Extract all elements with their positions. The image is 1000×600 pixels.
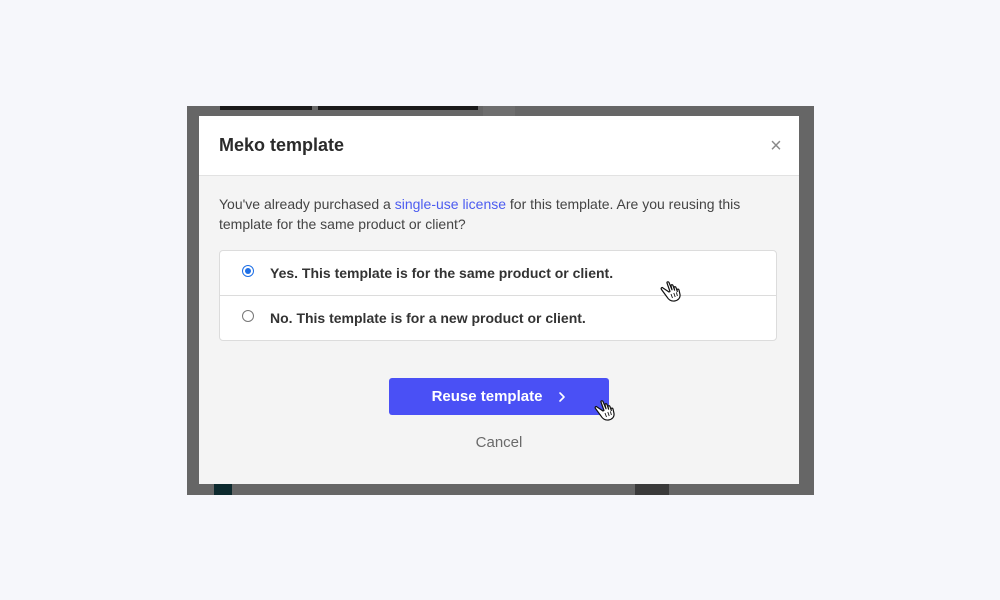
dialog-description: You've already purchased a single-use li… bbox=[219, 194, 779, 234]
background-page-fragment bbox=[214, 484, 232, 495]
option-new-product[interactable]: No. This template is for a new product o… bbox=[220, 295, 776, 340]
description-text-before: You've already purchased a bbox=[219, 196, 395, 212]
hand-pointer-icon bbox=[658, 279, 684, 305]
reuse-options-group: Yes. This template is for the same produ… bbox=[219, 250, 777, 341]
background-page-fragment bbox=[635, 484, 669, 495]
radio-button[interactable] bbox=[242, 310, 254, 322]
reuse-template-button[interactable]: Reuse template bbox=[389, 378, 609, 415]
chevron-right-icon bbox=[558, 391, 566, 403]
dialog-body: You've already purchased a single-use li… bbox=[199, 176, 799, 451]
option-label: Yes. This template is for the same produ… bbox=[270, 265, 614, 281]
option-same-product[interactable]: Yes. This template is for the same produ… bbox=[220, 251, 776, 295]
hand-pointer-icon bbox=[592, 398, 618, 424]
dialog-header: Meko template × bbox=[199, 116, 799, 176]
radio-button-selected[interactable] bbox=[242, 265, 254, 277]
dialog-actions: Reuse template Cancel bbox=[219, 378, 779, 451]
option-label: No. This template is for a new product o… bbox=[270, 310, 586, 326]
close-button[interactable]: × bbox=[767, 134, 785, 157]
dialog-title: Meko template bbox=[219, 135, 345, 155]
close-icon: × bbox=[770, 134, 782, 157]
reuse-template-label: Reuse template bbox=[431, 388, 543, 405]
background-page-fragment bbox=[220, 106, 312, 110]
reuse-template-dialog: Meko template × You've already purchased… bbox=[199, 116, 799, 484]
cancel-button[interactable]: Cancel bbox=[476, 434, 523, 451]
single-use-license-link[interactable]: single-use license bbox=[395, 196, 506, 212]
background-page-fragment bbox=[318, 106, 478, 110]
